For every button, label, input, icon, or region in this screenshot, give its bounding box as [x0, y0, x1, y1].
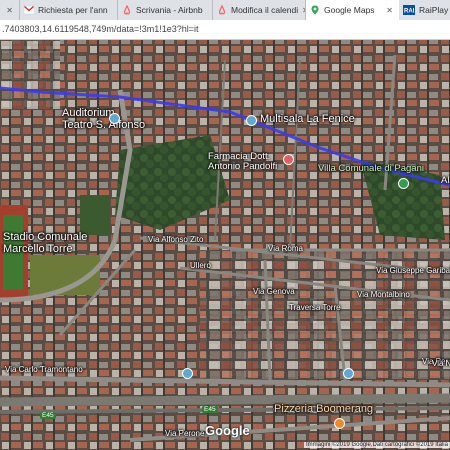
- close-icon[interactable]: ✕: [6, 6, 13, 15]
- tab-label: Modifica il calendi: [231, 5, 299, 15]
- label-stadio[interactable]: Stadio Comunale Marcello Torre: [3, 231, 87, 255]
- label-via-garibaldi: Via Giuseppe Garibaldi: [376, 266, 450, 275]
- restaurant-marker-icon[interactable]: [334, 418, 345, 429]
- label-ullero: Ullero: [190, 261, 211, 270]
- label-via-carlo: Via Carlo Tramontano: [5, 365, 83, 374]
- highway-shield: E45: [202, 406, 218, 413]
- pharmacy-marker-icon[interactable]: [283, 154, 294, 165]
- tab-label: Google Maps: [324, 5, 375, 15]
- airbnb-icon: [217, 4, 227, 15]
- close-icon[interactable]: ✕: [386, 6, 393, 15]
- raiplay-icon: RAI: [403, 5, 415, 15]
- label-via-nocera: Via Noc: [432, 359, 450, 368]
- label-via-montalbino: Via Montalbino: [357, 290, 410, 299]
- label-villa-comunale[interactable]: Villa Comunale di Pagani: [318, 164, 424, 174]
- tab-label: RaiPlay - Il: [419, 5, 450, 15]
- tab-airbnb-desk[interactable]: Scrivania - Airbnb: [118, 0, 213, 20]
- tab-raiplay[interactable]: RAI RaiPlay - Il: [399, 0, 450, 20]
- highway-shield: E45: [40, 412, 56, 419]
- poi-marker-icon[interactable]: [109, 113, 120, 124]
- label-traversa-torre: Traversa Torre: [289, 303, 341, 312]
- label-via-alfonso-zito: Via Alfonso Zito: [148, 235, 204, 244]
- tab-partial[interactable]: ✕: [0, 0, 20, 20]
- label-via-perone: Via Perone: [165, 429, 205, 438]
- label-farmacia[interactable]: Farmacia Dott. Antonio Pandolfi: [208, 152, 277, 172]
- url-text[interactable]: .7403803,14.6119548,749m/data=!3m1!1e3?h…: [2, 24, 199, 34]
- poi-marker-icon[interactable]: [182, 368, 193, 379]
- label-via-genova: Via Genova: [253, 287, 295, 296]
- label-al: Al: [441, 175, 450, 186]
- poi-marker-icon[interactable]: [246, 115, 257, 126]
- label-multisala[interactable]: Multisala La Fenice: [260, 113, 355, 126]
- poi-marker-icon[interactable]: [343, 368, 354, 379]
- label-via-roma: Via Roma: [268, 244, 303, 253]
- svg-text:RAI: RAI: [404, 9, 415, 15]
- address-bar[interactable]: .7403803,14.6119548,749m/data=!3m1!1e3?h…: [0, 20, 450, 40]
- satellite-map[interactable]: Auditorium Teatro S. Alfonso Multisala L…: [0, 40, 450, 450]
- airbnb-icon: [122, 4, 132, 15]
- park-marker-icon[interactable]: [398, 178, 409, 189]
- tab-gmail[interactable]: Richiesta per l'ann: [20, 0, 118, 20]
- tab-label: Scrivania - Airbnb: [136, 5, 203, 15]
- map-credits: Immagini ©2019 Google,Dati cartografici …: [304, 442, 450, 448]
- gmail-icon: [23, 5, 35, 15]
- google-logo: Google: [205, 423, 250, 438]
- label-auditorium[interactable]: Auditorium Teatro S. Alfonso: [62, 107, 145, 131]
- tab-strip: ✕ Richiesta per l'ann Scrivania - Airbnb…: [0, 0, 450, 20]
- tab-airbnb-calendar[interactable]: Modifica il calendi ✕: [213, 0, 306, 20]
- tab-google-maps[interactable]: Google Maps ✕: [306, 0, 399, 20]
- google-maps-icon: [310, 5, 320, 15]
- tab-label: Richiesta per l'ann: [38, 5, 108, 15]
- label-pizzeria[interactable]: Pizzeria Boomerang: [274, 403, 373, 416]
